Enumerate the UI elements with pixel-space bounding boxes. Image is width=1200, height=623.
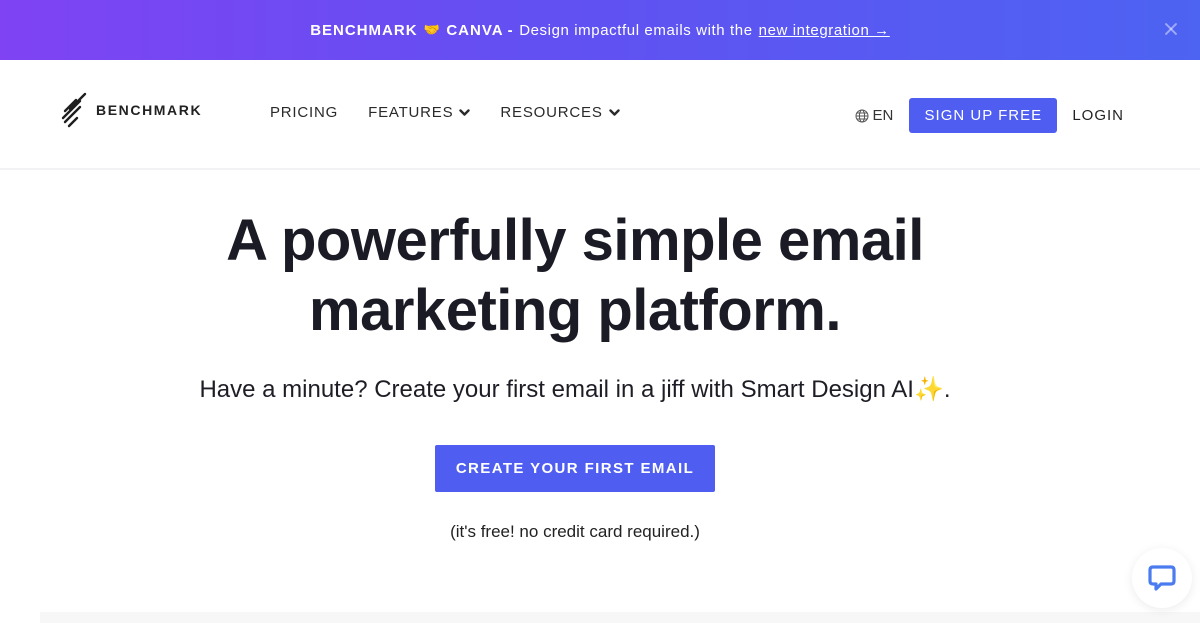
chevron-down-icon xyxy=(459,108,471,116)
promo-brand-canva: CANVA xyxy=(446,21,504,39)
language-label: EN xyxy=(872,107,894,124)
promo-message: Design impactful emails with the xyxy=(519,21,753,39)
logo-wordmark: BENCHMARK xyxy=(96,102,203,118)
site-header: BENCHMARK PRICING FEATURES RESOURCES EN … xyxy=(0,60,1200,170)
hero-subtitle-text: Have a minute? Create your first email i… xyxy=(199,376,914,403)
nav-item-label: RESOURCES xyxy=(500,104,603,121)
main-nav: PRICING FEATURES RESOURCES xyxy=(270,104,650,121)
language-selector[interactable]: EN xyxy=(855,107,893,124)
nav-item-features[interactable]: FEATURES xyxy=(368,104,471,121)
chevron-down-icon xyxy=(608,108,620,116)
nav-item-label: FEATURES xyxy=(368,104,454,121)
chat-bubble-icon xyxy=(1148,565,1176,591)
promo-separator: - xyxy=(507,21,514,39)
nav-item-label: PRICING xyxy=(270,104,339,121)
header-actions: EN SIGN UP FREE LOGIN xyxy=(855,98,1124,133)
hero-subtitle: Have a minute? Create your first email i… xyxy=(0,375,1150,404)
logo-mark-icon xyxy=(61,92,87,128)
hero-subtitle-end: . xyxy=(943,376,951,403)
hero-title-line1: A powerfully simple email xyxy=(226,208,924,273)
login-link[interactable]: LOGIN xyxy=(1072,107,1124,124)
close-icon[interactable] xyxy=(1164,22,1178,36)
cta-note: (it's free! no credit card required.) xyxy=(450,522,700,541)
create-first-email-button[interactable]: CREATE YOUR FIRST EMAIL xyxy=(435,445,715,492)
chat-widget-button[interactable] xyxy=(1132,548,1192,608)
hero-title-line2: marketing platform. xyxy=(309,278,841,343)
promo-banner: BENCHMARK 🤝 CANVA - Design impactful ema… xyxy=(0,0,1200,60)
hero-title: A powerfully simple email marketing plat… xyxy=(0,206,1150,346)
promo-integration-link[interactable]: new integration → xyxy=(759,22,890,39)
benchmark-logo[interactable]: BENCHMARK xyxy=(60,92,202,128)
sign-up-free-button[interactable]: SIGN UP FREE xyxy=(909,98,1058,133)
nav-item-resources[interactable]: RESOURCES xyxy=(500,104,620,121)
nav-item-pricing[interactable]: PRICING xyxy=(270,104,338,121)
handshake-icon: 🤝 xyxy=(423,22,441,37)
sparkle-icon: ✨ xyxy=(913,376,944,403)
globe-icon xyxy=(855,109,869,122)
promo-brand-benchmark: BENCHMARK xyxy=(310,21,418,39)
next-section-edge xyxy=(40,612,1200,623)
